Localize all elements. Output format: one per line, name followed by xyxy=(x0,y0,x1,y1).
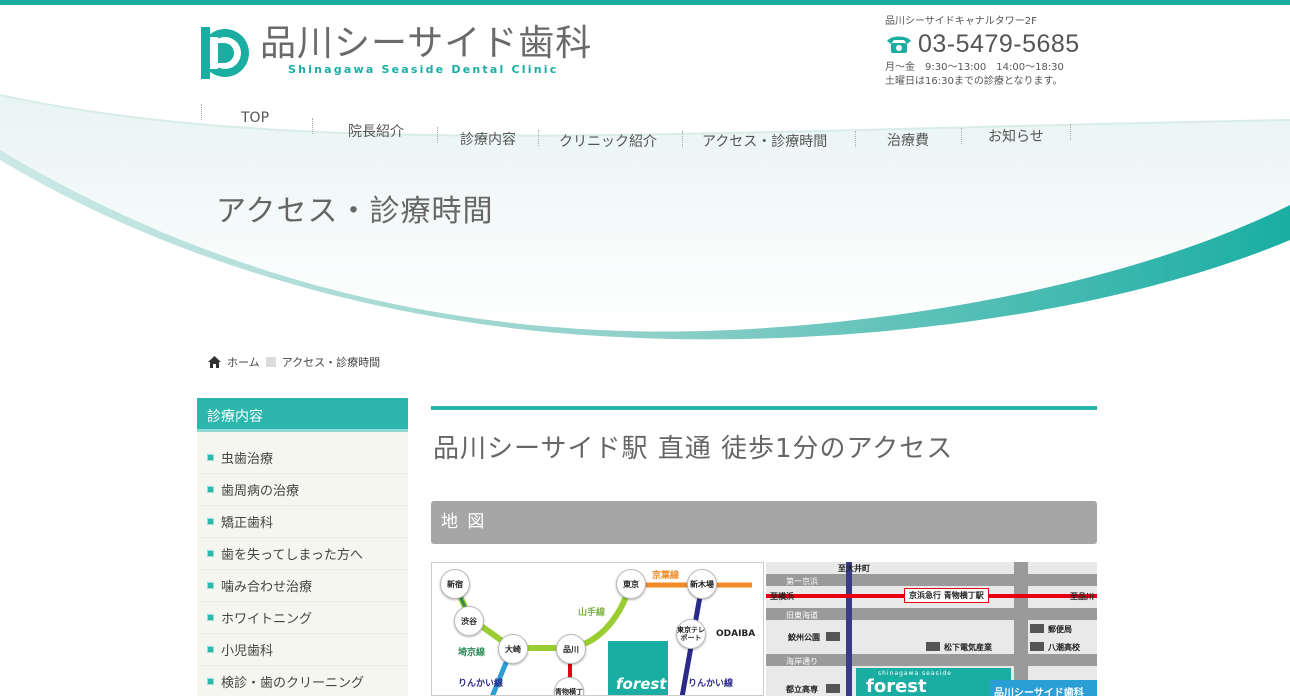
line-label-saikyo: 埼京線 xyxy=(458,648,486,658)
logo-english-name: Shinagawa Seaside Dental Clinic xyxy=(288,63,559,76)
nav-item-director[interactable]: 院長紹介 xyxy=(348,121,404,141)
bullet-icon xyxy=(207,646,214,653)
line-label-rinkai-east: りんかい線 xyxy=(688,679,734,689)
contact-info: 品川シーサイドキャナルタワー2F 03-5479-5685 月～金 9:30～1… xyxy=(885,15,1080,89)
phone-row[interactable]: 03-5479-5685 xyxy=(885,30,1080,58)
clinic-badge: 品川シーサイド歯科 xyxy=(994,688,1084,696)
landmark-marker xyxy=(926,642,940,651)
site-logo[interactable]: 品川シーサイド歯科 Shinagawa Seaside Dental Clini… xyxy=(198,22,592,84)
bullet-icon xyxy=(207,550,214,557)
road-kaigan-dori: 海岸通り xyxy=(786,657,818,666)
nav-separator xyxy=(1070,124,1071,140)
address-text: 品川シーサイドキャナルタワー2F xyxy=(885,16,1037,27)
sidebar-item-orthodontics[interactable]: 矯正歯科 xyxy=(197,506,408,538)
station-osaki: 大崎 xyxy=(498,634,528,664)
sidebar-list: 虫歯治療 歯周病の治療 矯正歯科 歯を失ってしまった方へ 噛み合わせ治療 ホワイ… xyxy=(197,432,408,696)
landmark-marker xyxy=(1030,642,1044,651)
road-kyu-tokaido: 旧東海道 xyxy=(786,611,818,620)
nav-separator xyxy=(201,104,202,120)
nav-separator xyxy=(961,128,962,144)
bullet-icon xyxy=(207,486,214,493)
landmark-marker xyxy=(826,632,840,641)
road-daiichi-keihin: 第一京浜 xyxy=(786,577,818,586)
nav-separator xyxy=(437,127,438,143)
direction-yokohama: 至横浜 xyxy=(770,592,794,601)
line-label-keiyo: 京葉線 xyxy=(652,571,680,581)
direction-oimachi: 至大井町 xyxy=(838,564,870,573)
home-icon xyxy=(208,356,221,368)
sidebar-item-label: 噛み合わせ治療 xyxy=(221,580,313,595)
landmark-marker xyxy=(1030,624,1044,633)
main-title: 品川シーサイド駅 直通 徒歩1分のアクセス xyxy=(433,434,954,464)
sidebar: 診療内容 虫歯治療 歯周病の治療 矯正歯科 歯を失ってしまった方へ 噛み合わせ治… xyxy=(197,398,408,696)
nav-item-news[interactable]: お知らせ xyxy=(988,126,1044,146)
breadcrumb: ホーム アクセス・診療時間 xyxy=(208,354,380,370)
breadcrumb-current: アクセス・診療時間 xyxy=(281,356,381,369)
bullet-icon xyxy=(207,678,214,685)
nav-item-treatment[interactable]: 診療内容 xyxy=(460,129,516,149)
nav-separator xyxy=(312,118,313,134)
sidebar-item-label: 虫歯治療 xyxy=(221,452,274,467)
sidebar-item-label: 検診・歯のクリーニング xyxy=(221,676,365,691)
telephone-icon xyxy=(887,36,911,53)
page-heading: アクセス・診療時間 xyxy=(216,194,494,229)
hours-saturday: 土曜日は16:30までの診療となります。 xyxy=(885,76,1063,87)
sidebar-item-lost-teeth[interactable]: 歯を失ってしまった方へ xyxy=(197,538,408,570)
logo-japanese-name: 品川シーサイド歯科 xyxy=(260,23,593,64)
line-label-rinkai: りんかい線 xyxy=(458,679,504,689)
sidebar-item-label: 小児歯科 xyxy=(221,644,274,659)
sidebar-title: 診療内容 xyxy=(197,398,408,432)
sidebar-item-whitening[interactable]: ホワイトニング xyxy=(197,602,408,634)
forest-logo-text: forest xyxy=(616,675,667,693)
breadcrumb-separator-icon xyxy=(265,357,276,367)
bullet-icon xyxy=(207,614,214,621)
area-map-image: 至大井町 第一京浜 旧東海道 海岸通り 至横浜 至品川 京浜急行 青物横丁駅 鮫… xyxy=(766,562,1097,696)
station-tokyo: 東京 xyxy=(616,569,646,599)
sidebar-item-occlusion[interactable]: 噛み合わせ治療 xyxy=(197,570,408,602)
nav-separator xyxy=(682,131,683,147)
station-shibuya: 渋谷 xyxy=(454,606,484,636)
landmark-yashio-high: 八潮高校 xyxy=(1048,643,1080,652)
nav-separator xyxy=(538,130,539,146)
nav-separator xyxy=(855,131,856,147)
sidebar-item-checkup[interactable]: 検診・歯のクリーニング xyxy=(197,666,408,696)
hours-weekday: 月～金 9:30～13:00 14:00～18:30 xyxy=(885,62,1064,73)
nav-item-top[interactable]: TOP xyxy=(241,110,269,126)
landmark-post-office: 郵便局 xyxy=(1048,625,1072,634)
station-shinagawa: 品川 xyxy=(556,634,586,664)
main-title-rule xyxy=(431,406,1097,410)
logo-mark-icon xyxy=(201,27,249,79)
station-shinjuku: 新宿 xyxy=(440,569,470,599)
breadcrumb-home-link[interactable]: ホーム xyxy=(227,354,260,370)
route-map-image: 新宿 東京 新木場 渋谷 大崎 品川 東京テレポート 青物横丁 京葉線 山手線 … xyxy=(431,562,764,696)
landmark-matsushita: 松下電気産業 xyxy=(944,643,992,652)
landmark-toritsu-kosen: 都立高専 xyxy=(786,685,818,694)
sidebar-item-periodontal[interactable]: 歯周病の治療 xyxy=(197,474,408,506)
bullet-icon xyxy=(207,454,214,461)
nav-item-fees[interactable]: 治療費 xyxy=(887,130,929,150)
phone-number[interactable]: 03-5479-5685 xyxy=(918,30,1080,58)
bullet-icon xyxy=(207,518,214,525)
sidebar-item-label: ホワイトニング xyxy=(221,612,313,627)
line-label-yamanote: 山手線 xyxy=(578,608,606,618)
direction-shinagawa: 至品川 xyxy=(1070,592,1094,601)
sidebar-item-label: 歯周病の治療 xyxy=(221,484,300,499)
sidebar-item-pediatric[interactable]: 小児歯科 xyxy=(197,634,408,666)
station-shinkiba: 新木場 xyxy=(687,569,717,599)
sidebar-item-label: 歯を失ってしまった方へ xyxy=(221,548,363,563)
nav-item-clinic[interactable]: クリニック紹介 xyxy=(559,131,657,151)
sidebar-item-label: 矯正歯科 xyxy=(221,516,274,531)
station-tokyo-teleport: 東京テレポート xyxy=(676,619,706,649)
landmark-marker xyxy=(826,684,840,693)
section-title-bar: 地 図 xyxy=(431,501,1097,544)
forest-logo-map: forest xyxy=(866,676,927,696)
sidebar-item-cavity[interactable]: 虫歯治療 xyxy=(197,442,408,474)
nav-item-access[interactable]: アクセス・診療時間 xyxy=(702,131,827,151)
odaiba-label: ODAIBA xyxy=(716,629,756,639)
bullet-icon xyxy=(207,582,214,589)
header-wave-decoration xyxy=(0,94,1290,340)
landmark-samezu-park: 鮫州公園 xyxy=(788,633,820,642)
station-aomono-box: 京浜急行 青物横丁駅 xyxy=(904,588,989,603)
